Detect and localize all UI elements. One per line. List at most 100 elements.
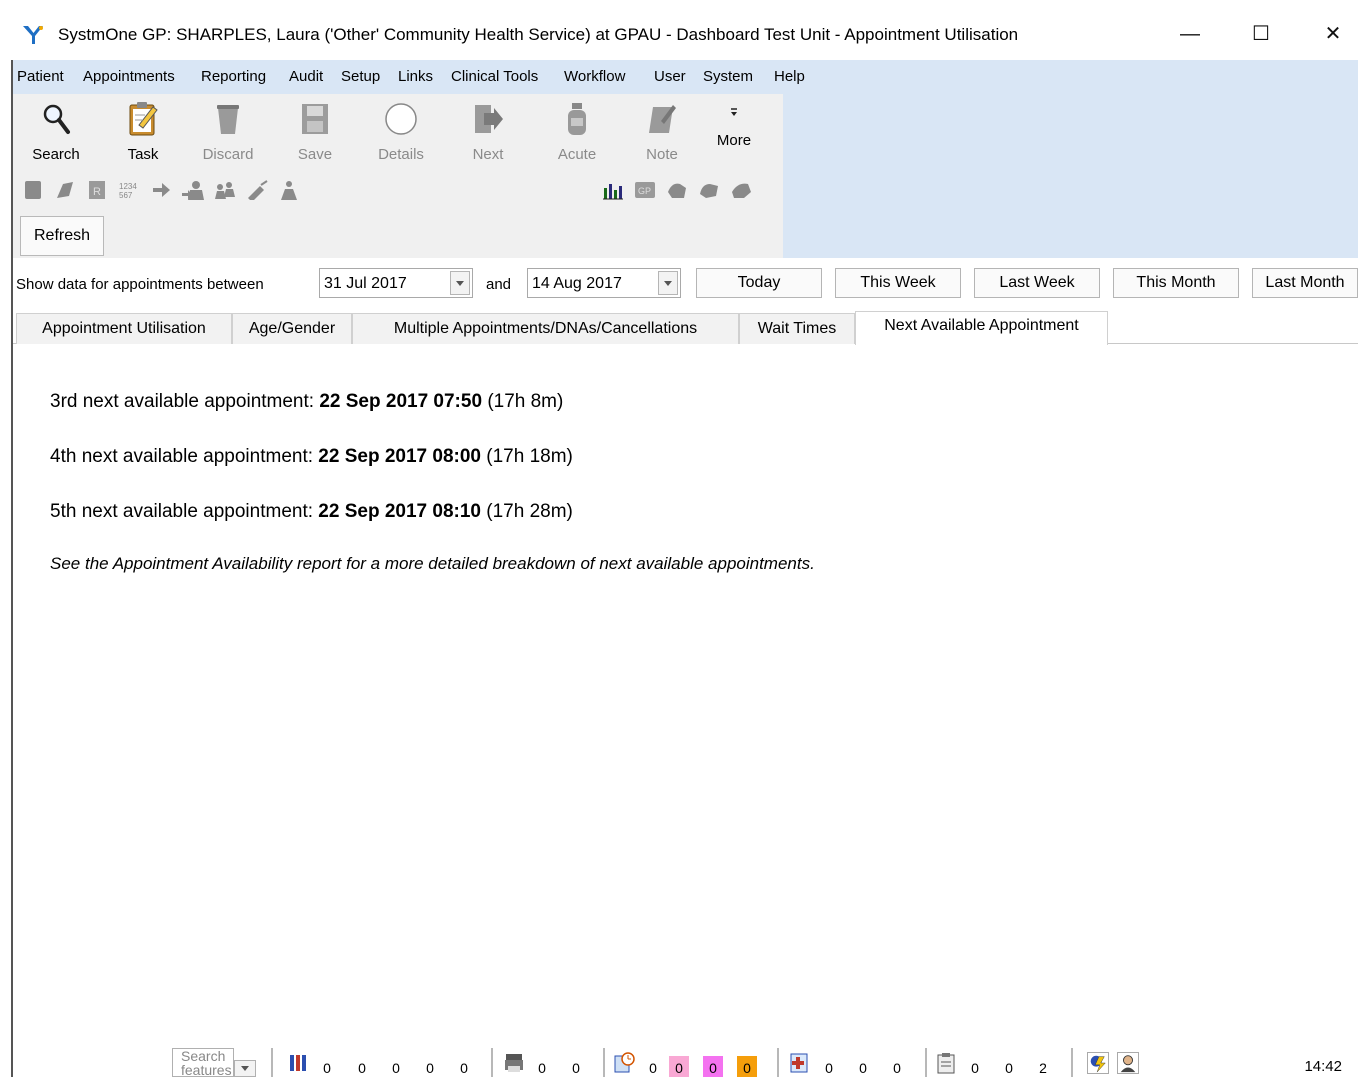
this-month-button[interactable]: This Month xyxy=(1113,268,1239,298)
next-available-panel: 3rd next available appointment: 22 Sep 2… xyxy=(13,344,1358,1044)
details-circle-icon xyxy=(361,98,441,140)
menu-audit[interactable]: Audit xyxy=(289,68,323,85)
status-count: 0 xyxy=(649,1060,657,1076)
and-label: and xyxy=(486,276,512,293)
search-features-dropdown-icon[interactable] xyxy=(234,1060,256,1077)
next-arrow-icon xyxy=(448,98,528,140)
status-count: 0 xyxy=(392,1060,400,1076)
from-date-field[interactable]: 31 Jul 2017 xyxy=(319,268,473,298)
toolbar: Search Task Discard Save Details Next Ac… xyxy=(13,94,783,258)
menu-links[interactable]: Links xyxy=(398,68,433,85)
medical-record-status-icon[interactable] xyxy=(789,1052,811,1074)
status-count: 0 xyxy=(743,1060,751,1076)
to-date-field[interactable]: 14 Aug 2017 xyxy=(527,268,681,298)
group-icon[interactable] xyxy=(277,178,301,202)
lightning-status-icon[interactable] xyxy=(1087,1052,1109,1074)
to-date-dropdown-icon[interactable] xyxy=(658,271,678,295)
bars-status-icon[interactable] xyxy=(288,1052,310,1074)
toolbar-blank-area xyxy=(783,94,1358,258)
pen-icon[interactable] xyxy=(53,178,77,202)
acute-button[interactable]: Acute xyxy=(537,98,617,163)
svg-text:R: R xyxy=(93,186,101,198)
menu-bar: Patient Appointments Reporting Audit Set… xyxy=(13,60,1358,94)
status-count: 0 xyxy=(859,1060,867,1076)
user-status-icon[interactable] xyxy=(1117,1052,1139,1074)
today-button[interactable]: Today xyxy=(696,268,822,298)
next-available-3rd: 3rd next available appointment: 22 Sep 2… xyxy=(50,391,564,412)
person-arrow-icon[interactable] xyxy=(181,178,205,202)
hand-point-icon[interactable] xyxy=(697,178,721,202)
record-icon[interactable] xyxy=(21,178,45,202)
title-bar: SystmOne GP: SHARPLES, Laura ('Other' Co… xyxy=(0,0,1358,60)
menu-workflow[interactable]: Workflow xyxy=(564,68,625,85)
discard-button[interactable]: Discard xyxy=(188,98,268,163)
printer-status-icon[interactable] xyxy=(503,1052,525,1074)
clock-time: 14:42 xyxy=(1304,1058,1342,1075)
tasks-clipboard-status-icon[interactable] xyxy=(935,1052,957,1074)
svg-text:GP: GP xyxy=(638,186,651,196)
this-week-button[interactable]: This Week xyxy=(835,268,961,298)
report-tabs: Appointment Utilisation Age/Gender Multi… xyxy=(13,311,1358,345)
arrow-right-icon[interactable] xyxy=(149,178,173,202)
next-available-5th: 5th next available appointment: 22 Sep 2… xyxy=(50,501,573,522)
last-month-button[interactable]: Last Month xyxy=(1252,268,1358,298)
status-count: 0 xyxy=(460,1060,468,1076)
document-r-icon[interactable]: R xyxy=(85,178,109,202)
more-arrow-icon xyxy=(694,98,774,128)
minimize-button[interactable]: — xyxy=(1170,18,1210,50)
status-separator xyxy=(925,1048,927,1077)
bin-icon xyxy=(188,98,268,140)
status-separator xyxy=(603,1048,605,1077)
menu-system[interactable]: System xyxy=(703,68,753,85)
clipboard-icon xyxy=(103,98,183,140)
note-button[interactable]: Note xyxy=(622,98,702,163)
search-features-input[interactable]: Search features xyxy=(172,1048,234,1077)
status-count: 0 xyxy=(709,1060,717,1076)
status-separator xyxy=(491,1048,493,1077)
from-date-dropdown-icon[interactable] xyxy=(450,271,470,295)
tab-appointment-utilisation[interactable]: Appointment Utilisation xyxy=(16,313,232,344)
systmone-logo-icon xyxy=(23,26,43,44)
status-separator xyxy=(777,1048,779,1077)
window-title: SystmOne GP: SHARPLES, Laura ('Other' Co… xyxy=(58,25,1019,44)
magnifier-icon xyxy=(16,98,96,140)
close-button[interactable]: ✕ xyxy=(1313,18,1353,50)
more-button[interactable]: More xyxy=(694,98,774,149)
task-button[interactable]: Task xyxy=(103,98,183,163)
menu-user[interactable]: User xyxy=(654,68,686,85)
menu-clinical-tools[interactable]: Clinical Tools xyxy=(451,68,538,85)
tab-age-gender[interactable]: Age/Gender xyxy=(232,313,352,344)
tab-wait-times[interactable]: Wait Times xyxy=(739,313,855,344)
status-count: 0 xyxy=(572,1060,580,1076)
save-button[interactable]: Save xyxy=(275,98,355,163)
gp-icon[interactable]: GP xyxy=(633,178,657,202)
clock-document-status-icon[interactable] xyxy=(613,1052,635,1074)
next-available-4th: 4th next available appointment: 22 Sep 2… xyxy=(50,446,573,467)
tab-next-available-appointment[interactable]: Next Available Appointment xyxy=(855,311,1108,345)
menu-help[interactable]: Help xyxy=(774,68,805,85)
menu-appointments[interactable]: Appointments xyxy=(83,68,175,85)
hand-grab-icon[interactable] xyxy=(729,178,753,202)
bar-chart-icon[interactable] xyxy=(601,178,625,202)
menu-reporting[interactable]: Reporting xyxy=(201,68,266,85)
status-count: 0 xyxy=(1005,1060,1013,1076)
status-separator xyxy=(271,1048,273,1077)
numbers-icon[interactable]: 1234 567 xyxy=(117,178,141,202)
refresh-button[interactable]: Refresh xyxy=(20,216,104,256)
status-count: 0 xyxy=(538,1060,546,1076)
maximize-button[interactable]: ☐ xyxy=(1241,18,1281,50)
next-button[interactable]: Next xyxy=(448,98,528,163)
tab-multiple-appointments[interactable]: Multiple Appointments/DNAs/Cancellations xyxy=(352,313,739,344)
hand-icon[interactable] xyxy=(665,178,689,202)
details-button[interactable]: Details xyxy=(361,98,441,163)
quick-icon-row: R 1234 567 GP xyxy=(21,178,781,204)
last-week-button[interactable]: Last Week xyxy=(974,268,1100,298)
menu-setup[interactable]: Setup xyxy=(341,68,380,85)
status-separator xyxy=(1071,1048,1073,1077)
status-count: 0 xyxy=(825,1060,833,1076)
people-icon[interactable] xyxy=(213,178,237,202)
search-button[interactable]: Search xyxy=(16,98,96,163)
status-count: 0 xyxy=(426,1060,434,1076)
menu-patient[interactable]: Patient xyxy=(17,68,64,85)
syringe-icon[interactable] xyxy=(245,178,269,202)
